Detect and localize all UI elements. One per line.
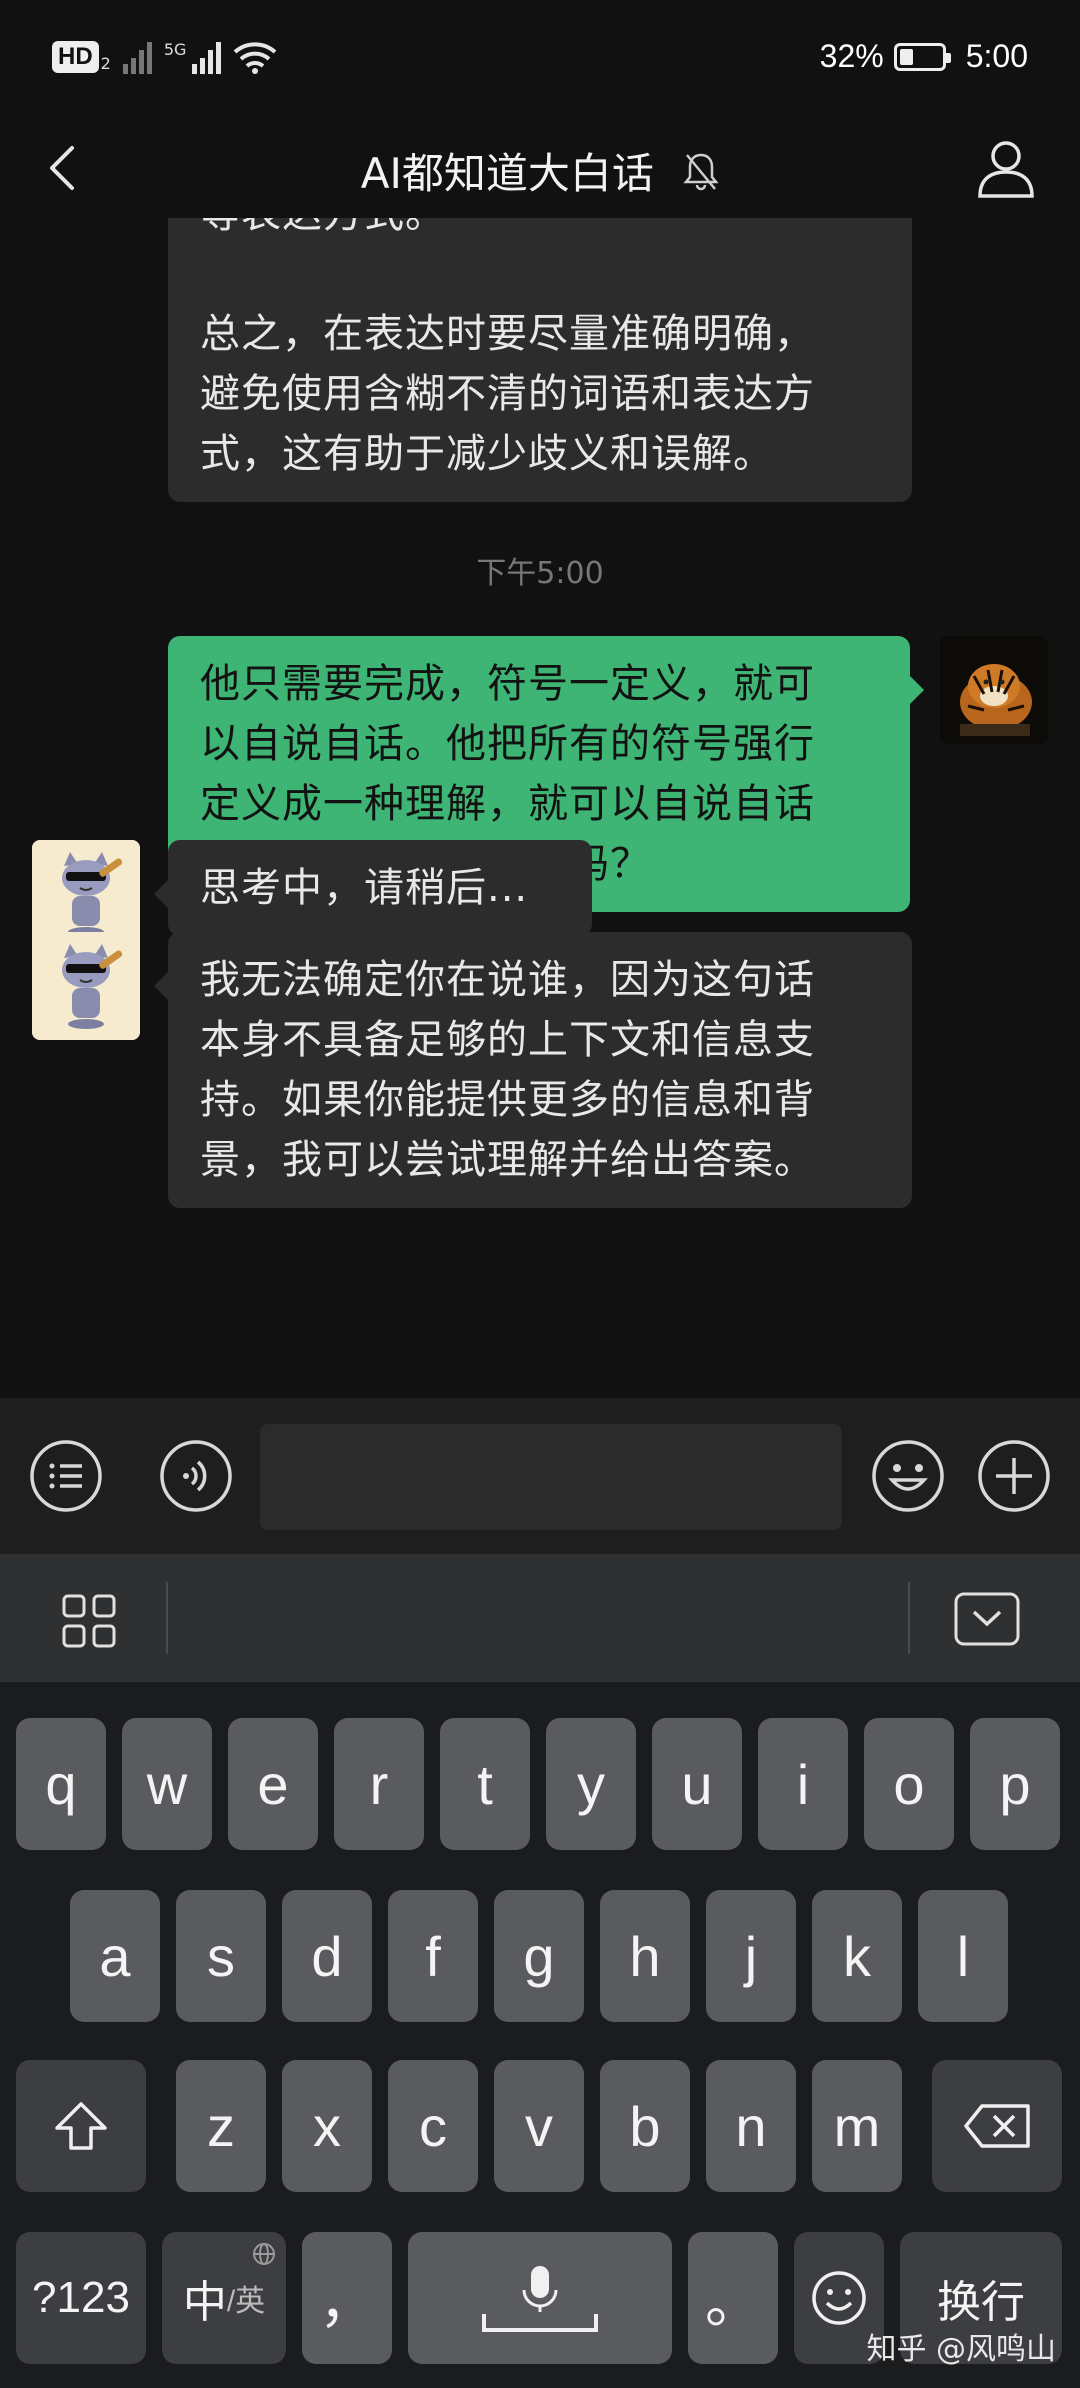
message-bubble[interactable]: 等表达方式。 总之，在表达时要尽量准确明确， 避免使用含糊不清的词语和表达方 式… [168,218,912,502]
globe-icon [253,2243,275,2265]
message-bubble[interactable]: 我无法确定你在说谁，因为这句话 本身不具备足够的上下文和信息支 持。如果你能提供… [154,932,912,1208]
key-s[interactable]: s [176,1890,266,2022]
backspace-key[interactable] [932,2060,1062,2192]
clock: 5:00 [965,38,1028,74]
message-line: 本身不具备足够的上下文和信息支 [200,1017,815,1063]
message-line: 持。如果你能提供更多的信息和背 [200,1077,815,1123]
key-d[interactable]: d [282,1890,372,2022]
battery-icon [893,42,951,71]
tiger-avatar-image [940,636,1048,744]
key-q[interactable]: q [16,1718,106,1850]
voice-icon[interactable] [158,1438,234,1514]
keyboard-hide-icon[interactable] [954,1592,1020,1646]
period-key-label: 。 [705,2270,761,2334]
hd-badge-sub: 2 [100,53,111,73]
key-h[interactable]: h [600,1890,690,2022]
key-g[interactable]: g [494,1890,584,2022]
message-line: 定义成一种理解，就可以自说自话 [200,781,815,827]
key-l[interactable]: l [918,1890,1008,2022]
chat-area[interactable]: 等表达方式。 总之，在表达时要尽量准确明确， 避免使用含糊不清的词语和表达方 式… [0,218,1080,1398]
message-line: 避免使用含糊不清的词语和表达方 [200,371,815,417]
person-icon[interactable] [972,134,1040,202]
numbers-key-label: ?123 [32,2273,130,2322]
comma-key[interactable]: ， [302,2232,392,2364]
toolbar-divider [166,1582,168,1654]
key-c[interactable]: c [388,2060,478,2192]
wifi-icon [234,42,277,74]
language-key-main: 中 [182,2278,227,2327]
timestamp: 下午5:00 [476,556,604,591]
sim2-network-label: 5G [163,39,187,59]
message-line: 思考中，请稍后... [200,865,529,911]
grid-icon[interactable] [62,1594,116,1648]
bell-off-icon [683,153,719,190]
key-y[interactable]: y [546,1718,636,1850]
message-input[interactable] [260,1424,842,1530]
status-left: HD 2 5G [52,40,277,74]
message-bubble[interactable]: 思考中，请稍后... [154,840,592,936]
key-w[interactable]: w [122,1718,212,1850]
avatar[interactable] [940,636,1048,744]
key-a[interactable]: a [70,1890,160,2022]
key-j[interactable]: j [706,1890,796,2022]
key-o[interactable]: o [864,1718,954,1850]
numbers-key[interactable]: ?123 [16,2232,146,2364]
key-n[interactable]: n [706,2060,796,2192]
space-key[interactable] [408,2232,672,2364]
list-icon[interactable] [28,1438,104,1514]
status-right: 32% 5:00 [820,38,1028,75]
hd-badge: HD [52,41,99,73]
key-u[interactable]: u [652,1718,742,1850]
key-i[interactable]: i [758,1718,848,1850]
smiley-icon[interactable] [870,1438,946,1514]
avatar[interactable] [32,932,140,1040]
key-v[interactable]: v [494,2060,584,2192]
message-line: 他只需要完成，符号一定义，就可 [200,661,815,707]
microphone-icon [482,2266,598,2332]
shift-key[interactable] [16,2060,146,2192]
shift-icon [55,2102,107,2150]
plus-icon[interactable] [976,1438,1052,1514]
signal-icon-sim1 [122,40,152,74]
key-k[interactable]: k [812,1890,902,2022]
key-f[interactable]: f [388,1890,478,2022]
enter-key-label: 换行 [937,2278,1025,2327]
watermark: 知乎 @风鸣山 [866,2332,1056,2367]
message-line: 景，我可以尝试理解并给出答案。 [200,1137,815,1183]
key-t[interactable]: t [440,1718,530,1850]
key-r[interactable]: r [334,1718,424,1850]
message-line: 总之，在表达时要尽量准确明确， [200,311,815,357]
period-key[interactable]: 。 [688,2232,778,2364]
chat-title: AI都知道大白话 [360,149,654,198]
key-b[interactable]: b [600,2060,690,2192]
key-z[interactable]: z [176,2060,266,2192]
language-key-sub: /英 [226,2285,266,2318]
emoji-icon [812,2271,866,2325]
status-bar: HD 2 5G 32% 5:00 [0,0,1080,118]
input-bar [0,1398,1080,1554]
battery-percent: 32% [819,38,884,74]
keyboard-toolbar [0,1554,1080,1682]
language-switch-key[interactable]: 中/英 [162,2232,286,2364]
comma-key-label: ， [319,2270,375,2334]
backspace-icon [964,2104,1030,2148]
toolbar-divider [908,1582,910,1654]
cat-avatar-image [32,932,140,1040]
message-line: 等表达方式。 [200,218,880,244]
message-line: 我无法确定你在说谁，因为这句话 [200,957,815,1003]
message-line: 以自说自话。他把所有的符号强行 [200,721,815,767]
message-line: 式，这有助于减少歧义和误解。 [200,431,774,477]
chat-header: AI都知道大白话 [0,118,1080,218]
key-e[interactable]: e [228,1718,318,1850]
key-p[interactable]: p [970,1718,1060,1850]
chat-title-bar: AI都知道大白话 [0,140,1080,201]
signal-icon-sim2 [192,40,222,74]
keyboard: qwertyuiop asdfghjkl zxcvbnm ?123 中/英 ， [0,1682,1080,2388]
key-m[interactable]: m [812,2060,902,2192]
key-x[interactable]: x [282,2060,372,2192]
